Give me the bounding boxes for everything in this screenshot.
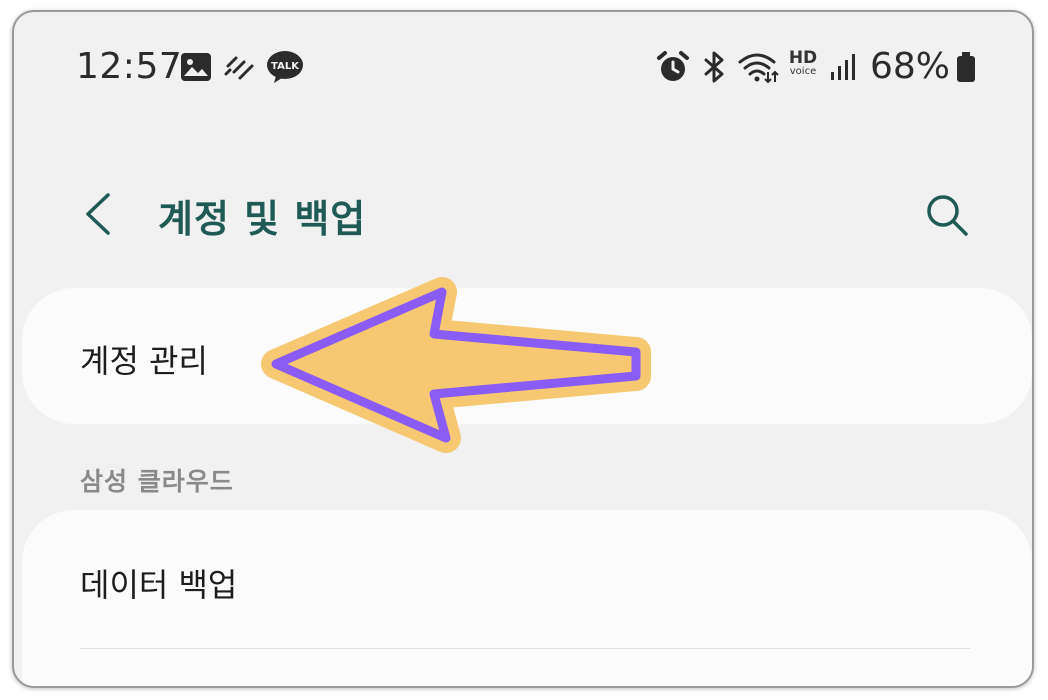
phone-screen: 12:57 TALK HD voice 68% 계정 및 백업 계정 관리 삼성… bbox=[12, 10, 1034, 688]
signal-icon bbox=[830, 50, 856, 84]
battery-percent: 68% bbox=[870, 46, 951, 87]
alarm-icon bbox=[656, 50, 690, 84]
data-backup-item[interactable]: 데이터 백업 bbox=[80, 560, 237, 606]
kakaotalk-label: TALK bbox=[271, 61, 300, 72]
kakaotalk-icon: TALK bbox=[266, 50, 304, 84]
weather-icon bbox=[224, 50, 256, 84]
page-title: 계정 및 백업 bbox=[158, 197, 367, 241]
section-header-samsung-cloud: 삼성 클라우드 bbox=[80, 467, 234, 496]
search-button[interactable] bbox=[924, 192, 970, 238]
gallery-icon bbox=[180, 50, 212, 84]
wifi-icon bbox=[738, 50, 780, 84]
account-management-item[interactable]: 계정 관리 bbox=[22, 288, 1032, 424]
voice-label: voice bbox=[789, 66, 817, 77]
battery-icon bbox=[956, 50, 976, 84]
status-bar: 12:57 TALK HD voice 68% bbox=[14, 12, 1032, 122]
hd-voice-icon: HD voice bbox=[786, 50, 820, 77]
list-divider bbox=[80, 648, 970, 649]
status-time: 12:57 bbox=[76, 46, 183, 87]
bluetooth-icon bbox=[700, 50, 728, 84]
app-header: 계정 및 백업 bbox=[14, 172, 1032, 252]
account-management-label: 계정 관리 bbox=[80, 342, 208, 380]
chevron-left-icon bbox=[86, 193, 110, 235]
samsung-cloud-card: 데이터 백업 bbox=[22, 510, 1032, 686]
hd-label: HD bbox=[788, 48, 818, 68]
back-button[interactable] bbox=[78, 192, 118, 236]
search-icon bbox=[927, 195, 968, 236]
